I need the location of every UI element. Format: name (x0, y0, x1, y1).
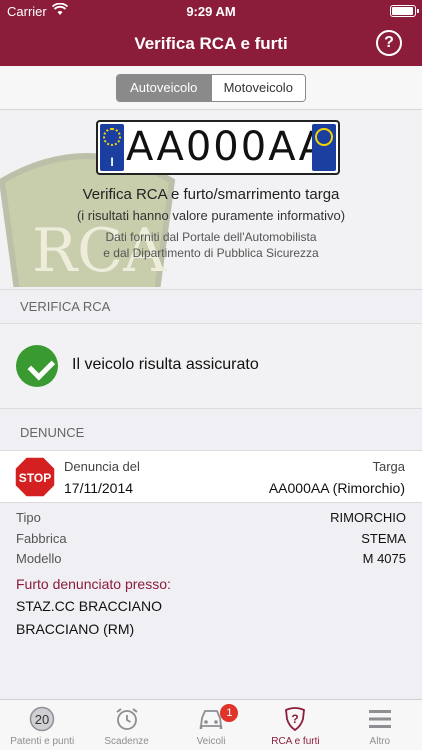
targa-value: AA000AA (Rimorchio) (268, 480, 405, 496)
rca-result-row: Il veicolo risulta assicurato (0, 323, 422, 409)
help-button[interactable]: ? (376, 30, 402, 56)
header-line-4: e dal Dipartimento di Pubblica Sicurezza (103, 246, 319, 260)
detail-row-fabbrica: Fabbrica STEMA (16, 531, 406, 551)
detail-row-tipo: Tipo RIMORCHIO (16, 510, 406, 530)
header-line-3: Dati forniti dal Portale dell'Automobili… (105, 230, 317, 244)
car-icon (199, 710, 223, 729)
targa-label: Targa (372, 459, 405, 474)
stop-label: STOP (19, 471, 51, 485)
detail-value: M 4075 (362, 551, 406, 566)
denuncia-date: 17/11/2014 (64, 480, 134, 496)
detail-key: Tipo (16, 510, 41, 525)
tab-label: Patenti e punti (10, 736, 75, 747)
furto-station: STAZ.CC BRACCIANO (16, 598, 162, 614)
furto-city: BRACCIANO (RM) (16, 621, 135, 637)
detail-value: RIMORCHIO (330, 510, 406, 525)
detail-value: STEMA (361, 531, 406, 546)
tab-label: Altro (369, 736, 391, 747)
tab-bar: 20 Patenti e punti 1 Scadenze Veicoli ? … (0, 699, 422, 750)
plate-number: AA000AA (126, 124, 329, 170)
svg-text:?: ? (292, 712, 299, 726)
detail-key: Fabbrica (16, 531, 67, 546)
tab-rca-furti[interactable]: ? RCA e furti (253, 700, 337, 750)
plate-year-icon (312, 124, 336, 171)
eu-flag-icon: I (100, 124, 124, 171)
furto-title: Furto denunciato presso: (16, 576, 171, 592)
vehicle-type-segmented-control: Autoveicolo Motoveicolo (116, 74, 306, 102)
tab-veicoli[interactable]: Veicoli (169, 700, 253, 750)
page-title: Verifica RCA e furti (134, 34, 288, 53)
score-value: 20 (35, 712, 49, 727)
tab-patenti[interactable]: 20 Patenti e punti (0, 700, 84, 750)
vehicle-type-bar: Autoveicolo Motoveicolo (0, 66, 422, 110)
license-plate[interactable]: I AA000AA (96, 120, 340, 175)
header-line-1: Verifica RCA e furto/smarrimento targa (82, 186, 340, 203)
tab-label: Scadenze (104, 736, 149, 747)
section-header-denunce: DENUNCE (20, 425, 85, 440)
rca-result-text: Il veicolo risulta assicurato (72, 356, 259, 373)
segment-autoveicolo[interactable]: Autoveicolo (117, 75, 211, 101)
detail-row-modello: Modello M 4075 (16, 551, 406, 571)
header-line-2: (i risultati hanno valore puramente info… (76, 208, 346, 223)
nav-bar: Verifica RCA e furti ? (0, 22, 422, 66)
battery-icon (390, 5, 419, 17)
shield-question-icon: ? (285, 707, 306, 732)
tab-label: Veicoli (196, 736, 226, 747)
denuncia-details: Tipo RIMORCHIO Fabbrica STEMA Modello M … (0, 504, 422, 699)
plate-header: RCA I AA000AA Verifica RCA e furto/smarr… (0, 111, 422, 287)
stop-sign-icon: STOP (14, 456, 56, 498)
alarm-clock-icon (116, 708, 138, 730)
status-bar: Carrier 9:29 AM (0, 0, 422, 22)
tab-label: RCA e furti (271, 736, 320, 747)
tab-altro[interactable]: Altro (338, 700, 422, 750)
section-header-rca: VERIFICA RCA (0, 289, 422, 323)
score-circle-icon: 20 (29, 706, 55, 732)
country-letter: I (110, 155, 114, 169)
tab-scadenze[interactable]: 1 Scadenze (84, 700, 239, 750)
menu-icon (368, 710, 391, 728)
question-mark-icon: ? (384, 34, 394, 51)
check-icon (16, 345, 58, 387)
segment-motoveicolo[interactable]: Motoveicolo (210, 75, 305, 101)
status-time: 9:29 AM (186, 4, 236, 19)
denuncia-card[interactable]: STOP Denuncia del 17/11/2014 Targa AA000… (0, 450, 422, 503)
denuncia-label: Denuncia del (64, 459, 140, 474)
detail-key: Modello (16, 551, 62, 566)
